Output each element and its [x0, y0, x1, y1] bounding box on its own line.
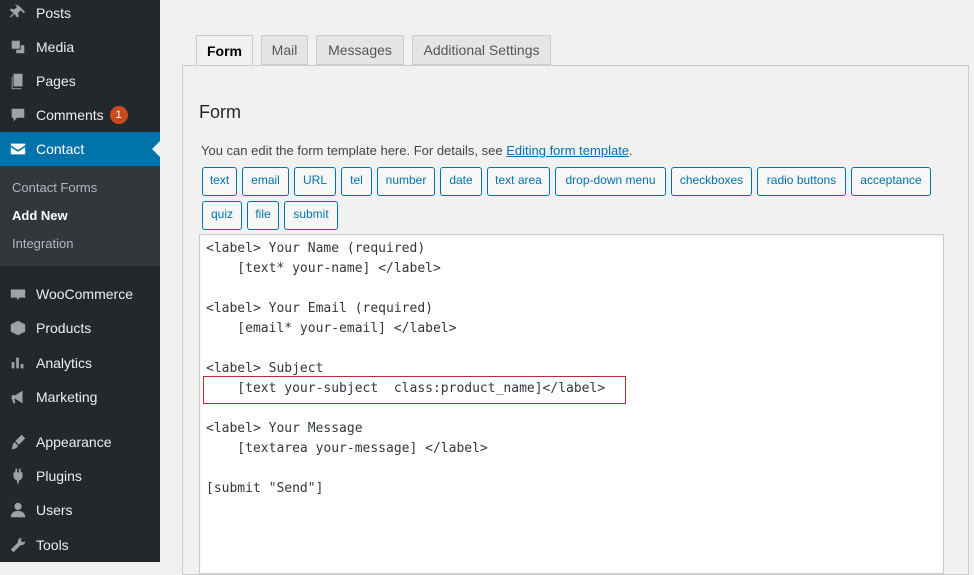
- sidebar-item-label: Media: [36, 39, 75, 55]
- sidebar-item-products[interactable]: Products: [0, 311, 160, 345]
- comment-count-badge: 1: [109, 106, 128, 124]
- tag-button-date[interactable]: date: [440, 167, 482, 196]
- code-line: <label> Subject: [206, 361, 324, 376]
- products-icon: [0, 319, 36, 337]
- tag-button-acceptance[interactable]: acceptance: [851, 167, 931, 196]
- code-line: [textarea your-message] </label>: [206, 441, 488, 456]
- sidebar-item-plugins[interactable]: Plugins: [0, 459, 160, 493]
- media-icon: [0, 38, 36, 56]
- code-line: <label> Your Email (required): [206, 301, 433, 316]
- editing-form-template-link[interactable]: Editing form template: [506, 143, 629, 158]
- tag-button-checkboxes[interactable]: checkboxes: [671, 167, 752, 196]
- pin-icon: [0, 4, 36, 22]
- current-menu-arrow: [152, 141, 160, 157]
- help-text-end: .: [629, 143, 633, 158]
- tag-button-url[interactable]: URL: [294, 167, 336, 196]
- code-line: <label> Your Message: [206, 421, 363, 436]
- form-template-editor[interactable]: [199, 234, 944, 574]
- sidebar-item-media[interactable]: Media: [0, 30, 160, 64]
- code-line: [email* your-email] </label>: [206, 321, 457, 336]
- tag-button-text[interactable]: text: [202, 167, 237, 196]
- code-line: [submit "Send"]: [206, 481, 324, 496]
- tag-button-tel[interactable]: tel: [341, 167, 372, 196]
- code-line: [text* your-name] </label>: [206, 261, 441, 276]
- tag-button-radio-buttons[interactable]: radio buttons: [757, 167, 846, 196]
- sidebar-item-label: Products: [36, 320, 92, 336]
- sidebar-item-tools[interactable]: Tools: [0, 528, 160, 562]
- tag-button-quiz[interactable]: quiz: [202, 201, 242, 230]
- sidebar-item-label: Contact: [36, 141, 85, 157]
- tag-button-email[interactable]: email: [242, 167, 289, 196]
- submenu-contact-forms[interactable]: Contact Forms: [12, 180, 97, 195]
- mail-icon: [0, 140, 36, 158]
- sidebar-item-label: Marketing: [36, 389, 98, 405]
- tab-form[interactable]: Form: [196, 35, 253, 66]
- help-text-body: You can edit the form template here. For…: [201, 143, 507, 158]
- sidebar-item-analytics[interactable]: Analytics: [0, 346, 160, 380]
- admin-sidebar: Posts Media Pages Comments 1 Contact Con…: [0, 0, 160, 562]
- submenu-integration[interactable]: Integration: [12, 236, 73, 251]
- tag-button-number[interactable]: number: [377, 167, 435, 196]
- tag-button-textarea[interactable]: text area: [487, 167, 550, 196]
- sidebar-item-label: WooCommerce: [36, 286, 133, 302]
- submenu-add-new[interactable]: Add New: [12, 208, 68, 223]
- sidebar-item-label: Analytics: [36, 355, 93, 371]
- plugin-icon: [0, 467, 36, 485]
- tab-mail[interactable]: Mail: [261, 35, 308, 65]
- highlight-box: [203, 376, 626, 404]
- tag-button-dropdown-menu[interactable]: drop-down menu: [555, 167, 666, 196]
- help-text: You can edit the form template here. For…: [201, 143, 633, 158]
- code-line: <label> Your Name (required): [206, 241, 426, 256]
- contact-submenu: Contact Forms Add New Integration: [0, 166, 160, 266]
- woo-icon: [0, 285, 36, 303]
- sidebar-item-label: Appearance: [36, 434, 112, 450]
- sidebar-item-appearance[interactable]: Appearance: [0, 425, 160, 459]
- sidebar-item-label: Plugins: [36, 468, 82, 484]
- sidebar-item-contact[interactable]: Contact: [0, 132, 160, 166]
- sidebar-item-label: Comments: [36, 107, 104, 123]
- tab-additional-settings[interactable]: Additional Settings: [412, 35, 551, 65]
- sidebar-item-users[interactable]: Users: [0, 493, 160, 527]
- tag-button-submit[interactable]: submit: [284, 201, 338, 230]
- sidebar-item-woocommerce[interactable]: WooCommerce: [0, 277, 160, 311]
- sidebar-item-marketing[interactable]: Marketing: [0, 380, 160, 414]
- form-title: Form: [199, 102, 241, 122]
- tab-messages[interactable]: Messages: [316, 35, 404, 65]
- tag-button-file[interactable]: file: [247, 201, 279, 230]
- sidebar-item-pages[interactable]: Pages: [0, 64, 160, 98]
- megaphone-icon: [0, 388, 36, 406]
- brush-icon: [0, 433, 36, 451]
- pages-icon: [0, 72, 36, 90]
- analytics-icon: [0, 354, 36, 372]
- sidebar-item-label: Posts: [36, 5, 72, 21]
- sidebar-item-label: Users: [36, 502, 73, 518]
- wrench-icon: [0, 536, 36, 554]
- sidebar-item-comments[interactable]: Comments 1: [0, 98, 160, 132]
- comments-icon: [0, 106, 36, 124]
- sidebar-item-posts[interactable]: Posts: [0, 0, 160, 30]
- user-icon: [0, 501, 36, 519]
- sidebar-item-label: Pages: [36, 73, 76, 89]
- sidebar-item-label: Tools: [36, 537, 69, 553]
